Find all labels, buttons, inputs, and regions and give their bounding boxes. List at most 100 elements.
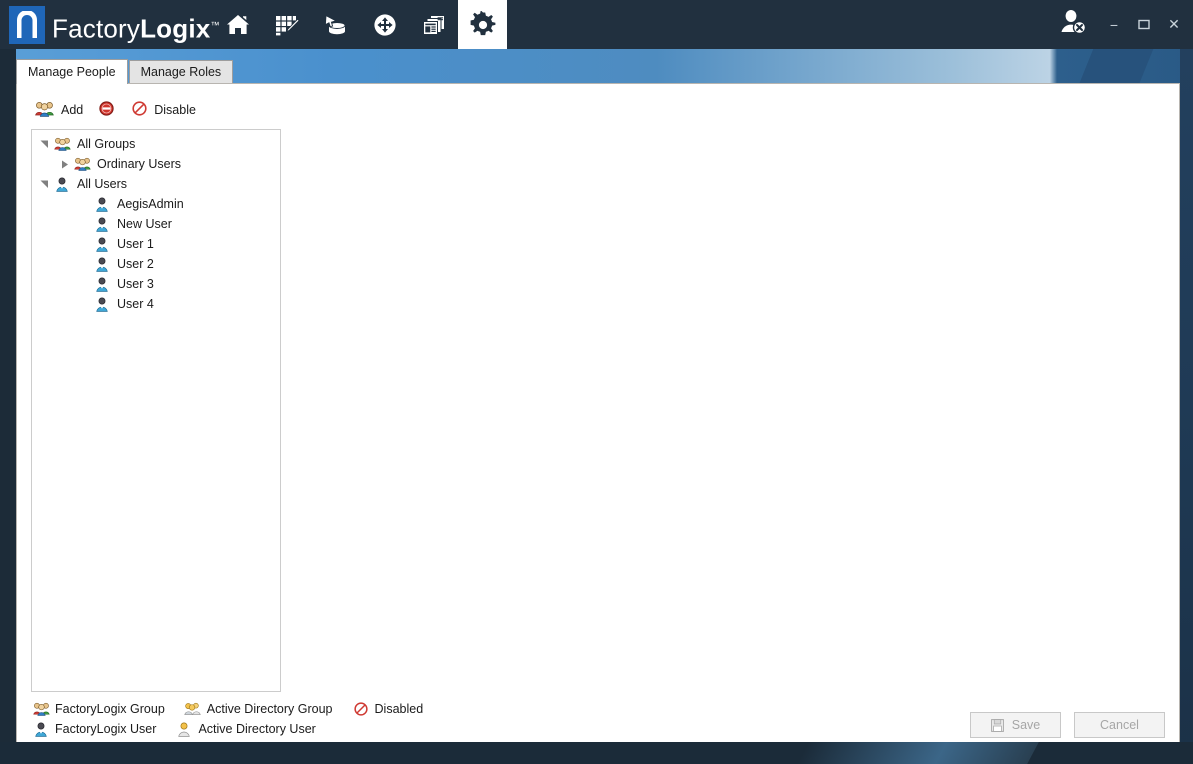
tree-item-icon-wrap [92, 234, 112, 254]
legend-item: Disabled [351, 699, 424, 719]
factorylogix-user-icon [96, 237, 108, 252]
application-window: FactoryLogix™ [0, 0, 1193, 764]
nav-home[interactable] [213, 0, 262, 49]
settings-icon [469, 11, 497, 39]
tree-item-label: All Users [77, 177, 127, 191]
disable-circle-icon [132, 101, 147, 119]
command-bar: Add Disable [31, 98, 208, 122]
right-rail [1180, 49, 1193, 764]
window-controls: − ✕ [1051, 0, 1185, 49]
tree-item-label: User 4 [117, 297, 154, 311]
save-disk-icon [991, 719, 1004, 732]
tree-item-label: User 3 [117, 277, 154, 291]
expander-expanded-icon[interactable] [36, 174, 52, 194]
tree-item[interactable]: User 1 [32, 234, 280, 254]
process-editor-icon [274, 13, 300, 37]
tree-item-icon-wrap [52, 174, 72, 194]
logistics-icon [372, 13, 398, 37]
ad-group-icon [184, 702, 201, 716]
tab-manage-roles[interactable]: Manage Roles [129, 60, 234, 84]
maximize-button[interactable] [1133, 10, 1155, 40]
tree-item-icon-wrap [52, 134, 72, 154]
disable-circle-icon [354, 702, 368, 716]
ad-user-icon [178, 722, 190, 737]
title-bar: FactoryLogix™ [0, 0, 1193, 49]
legend-item-icon-wrap [174, 719, 194, 739]
tree-item[interactable]: User 3 [32, 274, 280, 294]
legend-item: FactoryLogix Group [31, 699, 165, 719]
tree-item-icon-wrap [92, 254, 112, 274]
people-tree[interactable]: All Groups Ordinary Users All Users Aegi… [31, 129, 281, 692]
tree-item[interactable]: User 2 [32, 254, 280, 274]
tree-item-label: User 1 [117, 237, 154, 251]
nav-data-collection[interactable] [311, 0, 360, 49]
tree-item[interactable]: All Users [32, 174, 280, 194]
save-button-label: Save [1012, 718, 1041, 732]
legend-item-label: Disabled [375, 702, 424, 716]
tree-item[interactable]: AegisAdmin [32, 194, 280, 214]
tree-item-icon-wrap [92, 214, 112, 234]
legend-item-icon-wrap [351, 699, 371, 719]
nav-process-editor[interactable] [262, 0, 311, 49]
tree-item[interactable]: All Groups [32, 134, 280, 154]
production-icon [421, 13, 447, 37]
cancel-button-label: Cancel [1100, 718, 1139, 732]
nav-logistics[interactable] [360, 0, 409, 49]
factorylogix-user-icon [35, 722, 47, 737]
group-add-icon [35, 101, 54, 120]
tree-item-icon-wrap [92, 274, 112, 294]
expander-collapsed-icon[interactable] [56, 154, 72, 174]
close-button[interactable]: ✕ [1163, 10, 1185, 40]
legend-item-icon-wrap [183, 699, 203, 719]
user-logout-button[interactable] [1051, 3, 1095, 47]
factorylogix-group-icon [33, 702, 50, 716]
tab-manage-people[interactable]: Manage People [16, 59, 128, 84]
tab-strip: Manage People Manage Roles [16, 60, 234, 84]
remove-circle-icon [99, 101, 114, 119]
legend-row-2: FactoryLogix User Active Directory User [31, 719, 451, 739]
factorylogix-user-icon [96, 277, 108, 292]
legend-item-label: FactoryLogix Group [55, 702, 165, 716]
tree-item-icon-wrap [72, 154, 92, 174]
expander-spacer [76, 194, 92, 214]
cancel-button[interactable]: Cancel [1074, 712, 1165, 738]
expander-spacer [76, 214, 92, 234]
content-panel: Add Disable [16, 83, 1180, 744]
factorylogix-logo [9, 6, 45, 44]
maximize-icon [1138, 19, 1150, 30]
factorylogix-user-icon [96, 257, 108, 272]
minimize-button[interactable]: − [1103, 10, 1125, 40]
home-icon [225, 13, 251, 37]
expander-expanded-icon[interactable] [36, 134, 52, 154]
tree-item-icon-wrap [92, 294, 112, 314]
legend-item: FactoryLogix User [31, 719, 156, 739]
disable-button[interactable]: Disable [128, 98, 200, 122]
disable-button-label: Disable [154, 103, 196, 117]
tree-item[interactable]: New User [32, 214, 280, 234]
data-collection-icon [323, 13, 349, 37]
tree-item[interactable]: Ordinary Users [32, 154, 280, 174]
strip-highlight [790, 742, 1047, 764]
factorylogix-user-icon [96, 197, 108, 212]
legend-item: Active Directory User [174, 719, 315, 739]
main-navigation [213, 0, 507, 49]
remove-button[interactable] [95, 98, 118, 122]
tree-item[interactable]: User 4 [32, 294, 280, 314]
nav-production[interactable] [409, 0, 458, 49]
tree-item-label: All Groups [77, 137, 135, 151]
add-button[interactable]: Add [31, 98, 87, 122]
band-diagonal-accent [1076, 49, 1155, 84]
legend-item-label: Active Directory User [198, 722, 315, 736]
nav-settings[interactable] [458, 0, 507, 49]
legend-item-label: Active Directory Group [207, 702, 333, 716]
legend-item: Active Directory Group [183, 699, 333, 719]
save-button[interactable]: Save [970, 712, 1061, 738]
legend-item-label: FactoryLogix User [55, 722, 156, 736]
legend: FactoryLogix Group Active Directory Grou… [31, 699, 451, 739]
brand-suffix: Logix [140, 14, 210, 44]
add-button-label: Add [61, 103, 83, 117]
factorylogix-user-icon [96, 297, 108, 312]
factorylogix-group-icon [54, 137, 71, 151]
brand-title: FactoryLogix™ [52, 8, 220, 42]
brand-prefix: Factory [52, 14, 140, 44]
